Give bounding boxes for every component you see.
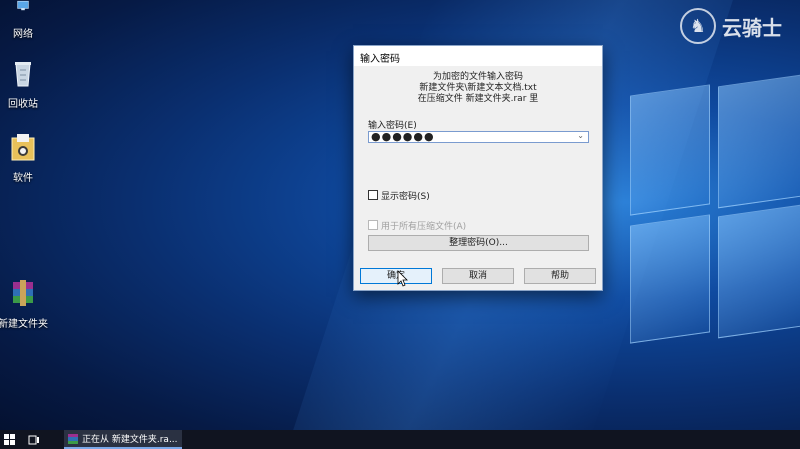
info-line-1: 为加密的文件输入密码 — [432, 72, 523, 82]
desktop-icon-label: 回收站 — [8, 99, 38, 110]
password-input[interactable]: ●●●●●● ⌄ — [368, 131, 589, 143]
desktop-icon-network[interactable]: 网络 — [0, 0, 53, 40]
ok-button[interactable]: 确定 — [360, 268, 432, 284]
show-password-label[interactable]: 显示密码(S) — [381, 189, 430, 202]
task-view-button[interactable] — [28, 435, 46, 445]
wallpaper-windows-logo — [600, 60, 800, 370]
winrar-icon — [68, 433, 78, 444]
winrar-archive-icon — [13, 280, 33, 306]
task-view-icon — [28, 435, 39, 444]
watermark-logo: ♞ 云骑士 — [680, 8, 782, 44]
desktop-icon-new-folder-archive[interactable]: 新建文件夹 — [0, 278, 53, 330]
password-dialog: 输入密码 为加密的文件输入密码 新建文件夹\新建文本文档.txt 在压缩文件 新… — [353, 45, 603, 291]
desktop-icon-label: 软件 — [13, 173, 33, 184]
network-icon — [17, 0, 29, 11]
knight-seal-icon: ♞ — [680, 8, 716, 44]
info-line-3: 在压缩文件 新建文件夹.rar 里 — [417, 94, 539, 104]
cancel-button[interactable]: 取消 — [442, 268, 514, 284]
taskbar: 正在从 新建文件夹.ra... — [0, 430, 800, 449]
organize-passwords-button[interactable]: 整理密码(O)... — [368, 235, 589, 251]
help-button[interactable]: 帮助 — [524, 268, 596, 284]
watermark-text: 云骑士 — [722, 15, 782, 40]
recycle-bin-icon — [15, 62, 31, 87]
dialog-info: 为加密的文件输入密码 新建文件夹\新建文本文档.txt 在压缩文件 新建文件夹.… — [354, 72, 602, 105]
taskbar-item-label: 正在从 新建文件夹.ra... — [82, 435, 178, 445]
desktop-icon-software[interactable]: 软件 — [0, 132, 53, 184]
windows-start-icon — [3, 434, 15, 445]
use-all-archives-checkbox[interactable] — [368, 220, 378, 230]
mouse-cursor-icon — [397, 270, 408, 287]
desktop-icon-label: 新建文件夹 — [0, 319, 48, 330]
chevron-down-icon[interactable]: ⌄ — [577, 131, 585, 141]
folder-icon — [11, 134, 35, 161]
desktop-icon-recycle-bin[interactable]: 回收站 — [0, 58, 53, 110]
use-all-archives-label: 用于所有压缩文件(A) — [381, 222, 467, 232]
dialog-title: 输入密码 — [354, 46, 602, 66]
start-button[interactable] — [0, 430, 18, 449]
taskbar-item-winrar[interactable]: 正在从 新建文件夹.ra... — [64, 430, 182, 449]
desktop-icon-label: 网络 — [13, 29, 33, 40]
info-line-2: 新建文件夹\新建文本文档.txt — [419, 83, 537, 93]
show-password-checkbox[interactable] — [368, 190, 378, 200]
password-value: ●●●●●● — [371, 130, 435, 143]
